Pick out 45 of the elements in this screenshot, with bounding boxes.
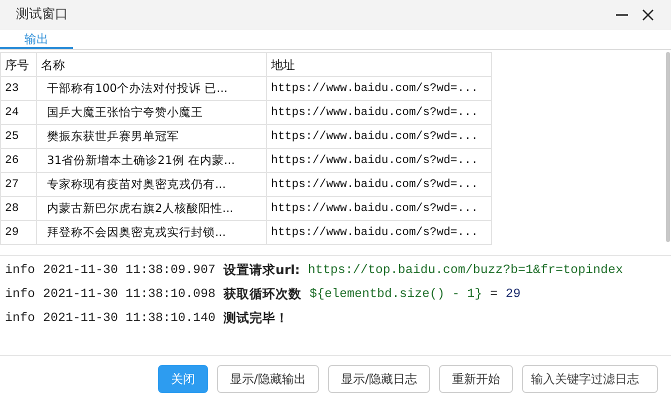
scrollbar[interactable] [666,52,670,242]
log-value: ${elementbd.size() - 1} [310,286,482,304]
table-cell: 23 [0,76,36,100]
window-title: 测试窗口 [16,6,68,24]
table-cell: 24 [0,100,36,124]
log-time: 2021-11-30 11:38:09.907 [43,262,216,280]
log-number: 29 [506,286,521,304]
table-cell: https://www.baidu.com/s?wd=... [266,100,492,124]
table-cell: https://www.baidu.com/s?wd=... [266,220,492,244]
column-header: 名称 [36,52,266,76]
log-message: 获取循环次数 [224,285,302,304]
table-cell: 专家称现有疫苗对奥密克戎仍有... [36,172,266,196]
close-icon[interactable] [641,8,655,22]
log-level: info [5,262,36,280]
table-cell: 内蒙古新巴尔虎右旗2人核酸阳性... [36,196,266,220]
table-cell: 26 [0,148,36,172]
table-cell: https://www.baidu.com/s?wd=... [266,196,492,220]
table-cell: 25 [0,124,36,148]
table-cell: 干部称有100个办法对付投诉 已... [36,76,266,100]
table-cell: https://www.baidu.com/s?wd=... [266,76,492,100]
table-cell: https://www.baidu.com/s?wd=... [266,124,492,148]
table-cell: 28 [0,196,36,220]
table-cell: 29 [0,220,36,244]
toggle-button[interactable]: 显示/隐藏日志 [328,364,430,392]
table-cell: 27 [0,172,36,196]
column-header: 序号 [0,52,36,76]
log-message: 设置请求url: [224,261,300,280]
toggle-button[interactable]: 重新开始 [439,364,513,392]
log-level: info [5,286,36,304]
table-cell: 樊振东获世乒赛男单冠军 [36,124,266,148]
table-cell: 国乒大魔王张怡宁夸赞小魔王 [36,100,266,124]
column-header: 地址 [266,52,492,76]
log-time: 2021-11-30 11:38:10.140 [43,310,216,328]
log-level: info [5,310,36,328]
log-message: 测试完毕！ [224,309,289,328]
tab[interactable]: 输出 [0,30,73,49]
table-cell: https://www.baidu.com/s?wd=... [266,172,492,196]
table-cell: 拜登称不会因奥密克戎实行封锁... [36,220,266,244]
log-value: https://top.baidu.com/buzz?b=1&fr=topindex [308,262,623,280]
table-cell: 31省份新增本土确诊21例 在内蒙... [36,148,266,172]
toggle-button[interactable]: 显示/隐藏输出 [216,364,319,392]
filter-field[interactable]: 输入关键字过滤日志 [522,364,658,392]
table-cell: https://www.baidu.com/s?wd=... [266,148,492,172]
log-time: 2021-11-30 11:38:10.098 [43,286,216,304]
log-operator: = [490,286,498,304]
